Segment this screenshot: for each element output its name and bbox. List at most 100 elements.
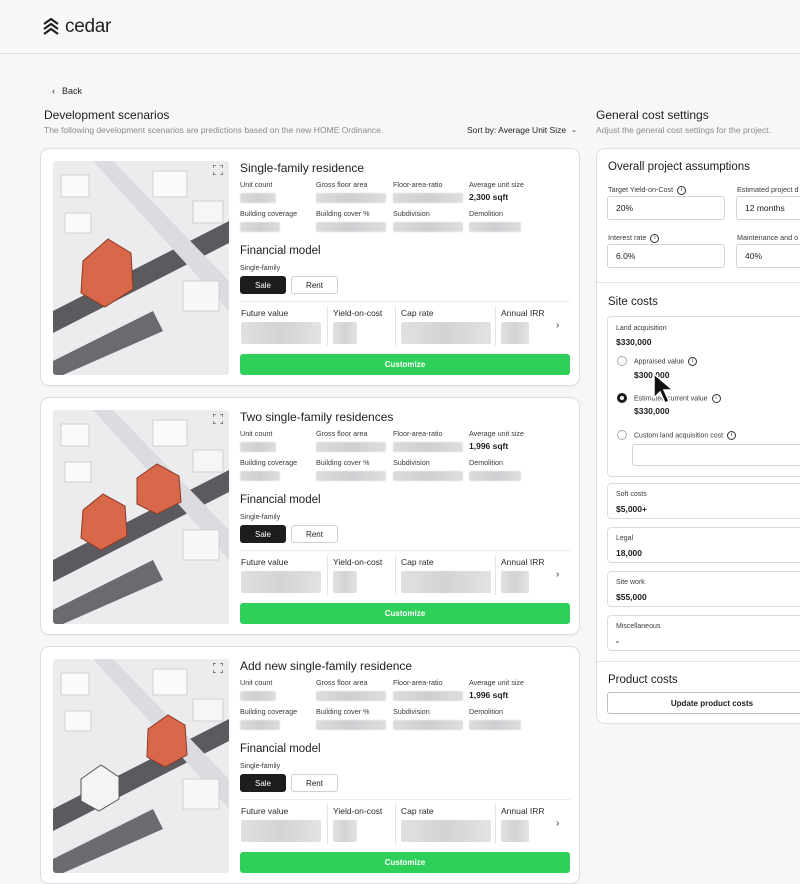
back-label: Back xyxy=(62,86,83,96)
sort-label: Sort by: Average Unit Size xyxy=(467,125,567,135)
building-coverage-label: Building coverage xyxy=(240,458,298,467)
info-icon[interactable]: i xyxy=(677,185,687,195)
annual-irr-label: Annual IRR xyxy=(501,806,545,816)
chevron-right-icon[interactable]: › xyxy=(556,569,559,580)
top-bar: cedar xyxy=(0,0,800,54)
divider xyxy=(495,306,496,346)
assumptions-title: Overall project assumptions xyxy=(608,161,750,173)
redacted-value xyxy=(469,720,521,730)
info-icon[interactable]: i xyxy=(650,233,660,243)
scenario-rendering xyxy=(53,410,229,624)
rent-button[interactable]: Rent xyxy=(291,525,338,543)
sitework-label: Site work xyxy=(616,579,645,586)
est-project-input[interactable]: 12 months xyxy=(736,196,800,220)
financial-metrics-row[interactable]: Future value Yield-on-cost Cap rate Annu… xyxy=(240,550,570,596)
scenario-card: Add new single-family residence Unit cou… xyxy=(40,646,580,884)
yield-on-cost-label: Yield-on-cost xyxy=(333,308,383,318)
scenario-title: Add new single-family residence xyxy=(240,659,413,673)
avg-unit-size-value: 1,996 sqft xyxy=(469,690,509,700)
mouse-cursor-icon xyxy=(653,372,676,405)
divider xyxy=(495,555,496,595)
redacted-value xyxy=(393,193,463,203)
land-acquisition-card: Land acquisition $330,000 Appraised valu… xyxy=(607,316,800,477)
cap-rate-label: Cap rate xyxy=(401,557,434,567)
scenarios-subtitle: The following development scenarios are … xyxy=(44,125,384,135)
redacted-value xyxy=(501,820,529,842)
divider xyxy=(327,306,328,346)
future-value-label: Future value xyxy=(241,308,289,318)
customize-button[interactable]: Customize xyxy=(240,354,570,375)
maintenance-label: Maintenance and o xyxy=(737,233,799,242)
redacted-value xyxy=(240,471,280,481)
avg-unit-size-label: Average unit size xyxy=(469,678,525,687)
redacted-value xyxy=(393,442,463,452)
site-work-card[interactable]: Site work $55,000 xyxy=(607,571,800,607)
expand-icon[interactable] xyxy=(213,663,223,673)
divider xyxy=(597,282,800,283)
customize-button[interactable]: Customize xyxy=(240,603,570,624)
product-costs-title: Product costs xyxy=(608,674,678,686)
soft-costs-card[interactable]: Soft costs $5,000+ xyxy=(607,483,800,519)
custom-radio[interactable] xyxy=(617,430,627,440)
legal-card[interactable]: Legal 18,000 xyxy=(607,527,800,563)
customize-button[interactable]: Customize xyxy=(240,852,570,873)
info-icon[interactable]: i xyxy=(711,394,721,403)
financial-model-title: Financial model xyxy=(240,494,321,506)
misc-card[interactable]: Miscellaneous - xyxy=(607,615,800,651)
subdivision-label: Subdivision xyxy=(393,458,430,467)
aerial-map-illustration xyxy=(53,410,229,624)
redacted-value xyxy=(316,193,386,203)
cap-rate-label: Cap rate xyxy=(401,806,434,816)
aerial-map-illustration xyxy=(53,161,229,375)
subdivision-label: Subdivision xyxy=(393,209,430,218)
scenario-card: Single-family residence Unit count Gross… xyxy=(40,148,580,386)
divider xyxy=(597,661,800,662)
legal-value: 18,000 xyxy=(616,548,642,558)
appraised-radio[interactable] xyxy=(617,356,627,366)
financial-metrics-row[interactable]: Future value Yield-on-cost Cap rate Annu… xyxy=(240,799,570,845)
financial-type-label: Single-family xyxy=(240,514,281,521)
estimated-radio[interactable] xyxy=(617,393,627,403)
demolition-label: Demolition xyxy=(469,458,503,467)
sale-button[interactable]: Sale xyxy=(240,774,286,792)
update-product-costs-button[interactable]: Update product costs xyxy=(607,692,800,714)
rent-button[interactable]: Rent xyxy=(291,276,338,294)
scenario-title: Single-family residence xyxy=(240,161,365,175)
back-link[interactable]: ‹ Back xyxy=(52,86,82,96)
sort-dropdown[interactable]: Sort by: Average Unit Size ⌄ xyxy=(467,125,577,135)
future-value-label: Future value xyxy=(241,557,289,567)
building-cover-pct-label: Building cover % xyxy=(316,458,370,467)
redacted-value xyxy=(333,571,357,593)
building-coverage-label: Building coverage xyxy=(240,707,298,716)
maintenance-input[interactable]: 40% xyxy=(736,244,800,268)
building-coverage-label: Building coverage xyxy=(240,209,298,218)
settings-subtitle: Adjust the general cost settings for the… xyxy=(596,125,771,135)
sale-button[interactable]: Sale xyxy=(240,276,286,294)
yield-on-cost-label: Yield-on-cost xyxy=(333,806,383,816)
avg-unit-size-label: Average unit size xyxy=(469,429,525,438)
info-icon[interactable]: i xyxy=(727,431,737,440)
gross-floor-area-label: Gross floor area xyxy=(316,678,368,687)
redacted-value xyxy=(393,691,463,701)
rent-button[interactable]: Rent xyxy=(291,774,338,792)
expand-icon[interactable] xyxy=(213,414,223,424)
cedar-logo[interactable]: cedar xyxy=(43,16,111,38)
chevron-right-icon[interactable]: › xyxy=(556,818,559,829)
land-label: Land acquisition xyxy=(616,325,667,332)
interest-input[interactable]: 6.0% xyxy=(607,244,725,268)
redacted-value xyxy=(240,691,276,701)
interest-label: Interest rate i xyxy=(608,233,660,243)
financial-metrics-row[interactable]: Future value Yield-on-cost Cap rate Annu… xyxy=(240,301,570,347)
info-icon[interactable]: i xyxy=(688,357,698,366)
building-cover-pct-label: Building cover % xyxy=(316,707,370,716)
avg-unit-size-value: 2,300 sqft xyxy=(469,192,509,202)
building-cover-pct-label: Building cover % xyxy=(316,209,370,218)
annual-irr-label: Annual IRR xyxy=(501,308,545,318)
redacted-value xyxy=(469,222,521,232)
sale-button[interactable]: Sale xyxy=(240,525,286,543)
expand-icon[interactable] xyxy=(213,165,223,175)
chevron-right-icon[interactable]: › xyxy=(556,320,559,331)
custom-cost-input[interactable] xyxy=(632,444,800,466)
scenario-rendering xyxy=(53,161,229,375)
target-yield-input[interactable]: 20% xyxy=(607,196,725,220)
